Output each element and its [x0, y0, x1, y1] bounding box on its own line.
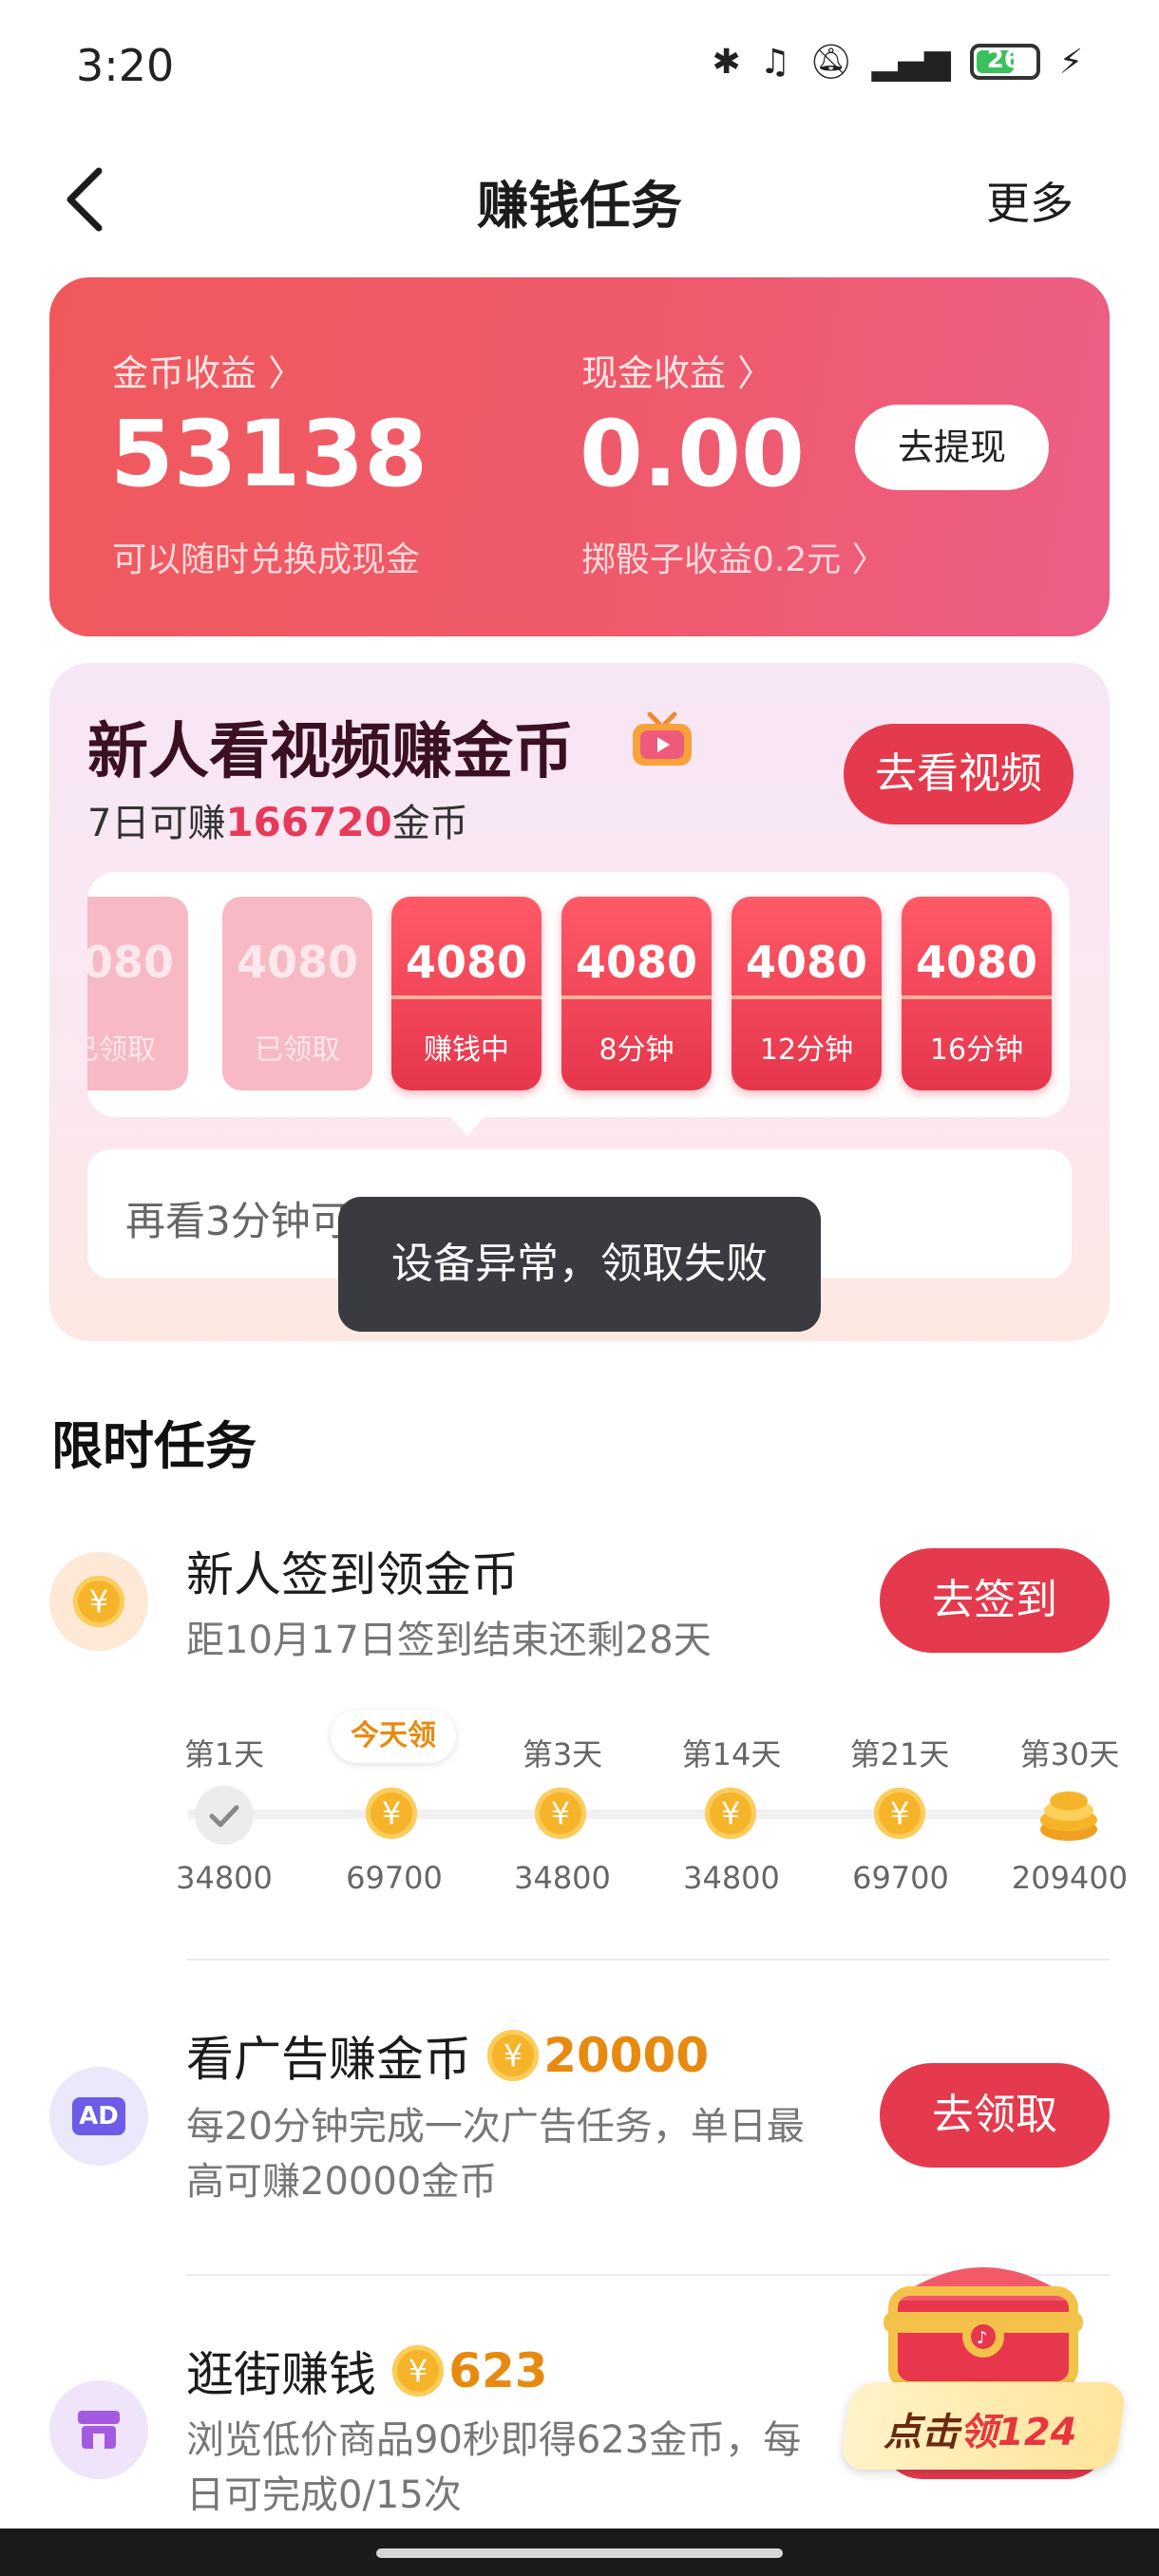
- day-amount: 34800: [176, 1860, 273, 1896]
- coin-icon: ¥: [535, 1788, 586, 1839]
- coin-balance: 53138: [110, 401, 428, 507]
- battery-icon: 26: [969, 44, 1040, 80]
- day-label: 第30天: [1019, 1736, 1120, 1772]
- cash-balance: 0.00: [580, 401, 805, 507]
- charging-icon: ⚡: [1058, 42, 1083, 82]
- video-reward-strip[interactable]: 4080 已领取 4080 已领取 4080 赚钱中 4080 8分钟 4080…: [87, 872, 1070, 1117]
- video-task-subtitle: 7日可赚166720金币: [87, 799, 468, 845]
- reward-tile: 4080 已领取: [222, 897, 372, 1090]
- day-label: 第3天: [522, 1736, 603, 1772]
- tv-play-icon: [633, 711, 692, 766]
- day-label: 第1天: [183, 1736, 265, 1772]
- checkin-button[interactable]: 去签到: [880, 1548, 1110, 1653]
- reward-tile-current: 4080 赚钱中: [391, 897, 542, 1090]
- claim-ads-button[interactable]: 去领取: [880, 2063, 1110, 2168]
- ads-reward: 20000: [543, 2028, 710, 2083]
- watch-video-button[interactable]: 去看视频: [844, 724, 1074, 824]
- svg-text:♪: ♪: [977, 2328, 988, 2348]
- error-toast: 设备异常，领取失败: [338, 1197, 821, 1332]
- reward-tile: 4080 8分钟: [561, 897, 712, 1090]
- checkin-task-desc: 距10月17日签到结束还剩28天: [186, 1619, 712, 1662]
- day-label: 第14天: [681, 1736, 782, 1772]
- checkin-track: [188, 1809, 1091, 1819]
- video-task-title: 新人看视频赚金币: [87, 717, 574, 787]
- coin-icon: ¥: [366, 1788, 417, 1839]
- day-amount: 69700: [852, 1860, 949, 1896]
- ads-task-desc-2: 高可赚20000金币: [186, 2160, 498, 2204]
- ads-task-title: 看广告赚金币: [186, 2032, 471, 2087]
- video-tip-text: 再看3分钟可: [125, 1198, 351, 1244]
- day-amount: 69700: [346, 1860, 443, 1896]
- day-amount: 209400: [1011, 1860, 1129, 1896]
- check-icon: [195, 1786, 254, 1845]
- shop-task-desc-2: 日可完成0/15次: [186, 2473, 462, 2517]
- day-amount: 34800: [683, 1860, 780, 1896]
- float-claim-text[interactable]: 点击领124: [884, 2401, 1077, 2456]
- coin-icon: ¥: [392, 2345, 445, 2396]
- dice-earnings-link[interactable]: 掷骰子收益0.2元 〉: [581, 532, 886, 581]
- tip-pointer: [450, 1117, 484, 1136]
- treasure-chest-icon[interactable]: ♪: [874, 2234, 1092, 2396]
- coin-stack-icon: [1040, 1791, 1097, 1841]
- coin-earnings-link[interactable]: 金币收益 〉: [112, 344, 304, 396]
- reward-tile: 4080 12分钟: [732, 897, 882, 1090]
- day-label: 第21天: [849, 1736, 950, 1772]
- earbuds-icon: ♫: [759, 42, 790, 82]
- shop-reward: 623: [448, 2343, 548, 2398]
- ads-task-desc-1: 每20分钟完成一次广告任务，单日最: [186, 2105, 805, 2149]
- status-icons: ✱ ♫ 🔕︎ ▂▄▆ 26 ⚡: [712, 42, 1084, 83]
- ads-task-title-row: 看广告赚金币 ¥ 20000: [186, 2021, 709, 2090]
- signal-icon: ▂▄▆: [871, 42, 951, 82]
- checkin-coin-icon: ¥: [49, 1552, 148, 1651]
- withdraw-button[interactable]: 去提现: [855, 405, 1049, 490]
- battery-level: 26: [986, 46, 1021, 74]
- ad-icon: AD: [49, 2067, 148, 2166]
- page-title: 赚钱任务: [477, 176, 682, 236]
- home-indicator[interactable]: [376, 2548, 783, 2558]
- status-time: 3:20: [76, 40, 175, 91]
- coin-icon: ¥: [487, 2030, 540, 2081]
- divider: [186, 1959, 1110, 1960]
- shop-icon: [49, 2380, 148, 2479]
- checkin-task-title: 新人签到领金币: [186, 1547, 519, 1602]
- shop-task-title: 逛街赚钱: [186, 2347, 376, 2402]
- coin-hint: 可以随时兑换成现金: [112, 540, 421, 579]
- coin-icon: ¥: [705, 1788, 756, 1839]
- shop-task-title-row: 逛街赚钱 ¥ 623: [186, 2337, 548, 2405]
- video-task-total: 166720: [225, 799, 392, 845]
- shop-task-desc-1: 浏览低价商品90秒即得623金币，每: [186, 2418, 802, 2462]
- day-amount: 34800: [514, 1860, 611, 1896]
- today-badge: 今天领: [331, 1710, 456, 1763]
- bluetooth-icon: ✱: [712, 42, 741, 82]
- reward-tile: 4080 16分钟: [902, 897, 1052, 1090]
- more-button[interactable]: 更多: [986, 169, 1074, 232]
- reward-tile: 4080 已领取: [87, 897, 188, 1090]
- limited-tasks-title: 限时任务: [51, 1416, 256, 1476]
- coin-icon: ¥: [874, 1788, 925, 1839]
- cash-earnings-link[interactable]: 现金收益 〉: [581, 344, 773, 396]
- mute-bell-icon: 🔕︎: [808, 43, 853, 82]
